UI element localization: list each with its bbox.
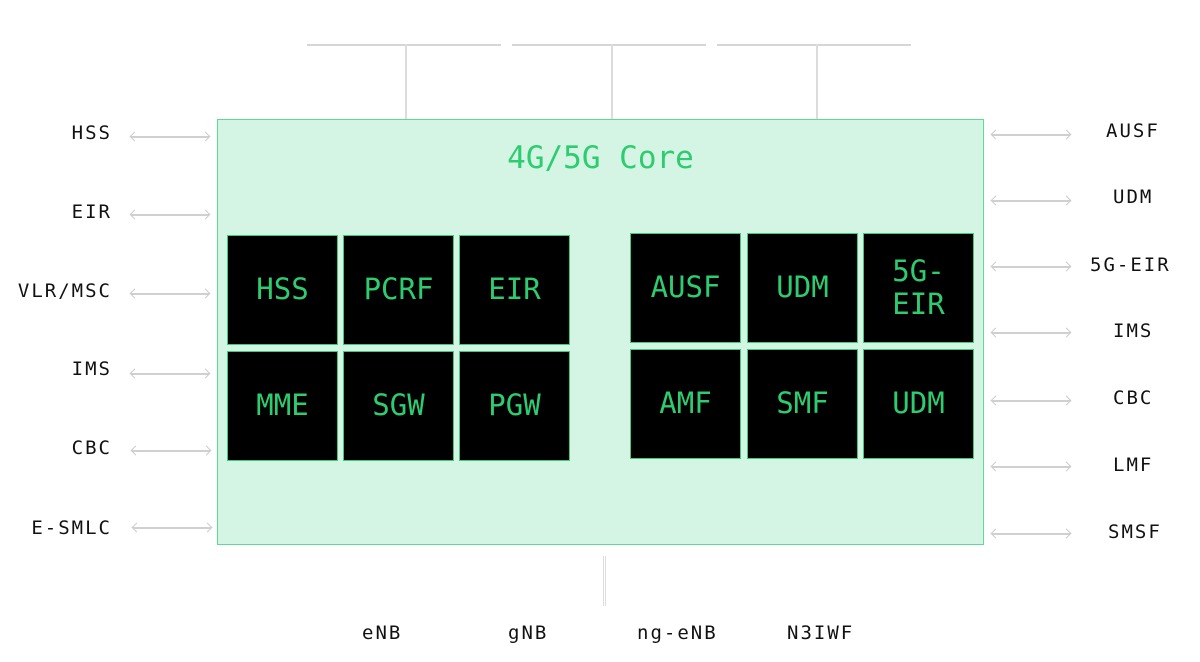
nf-sgw[interactable]: SGW [343, 351, 454, 461]
nf-label: UDM [776, 270, 829, 305]
nf-5g-eir[interactable]: 5G- EIR [863, 233, 974, 343]
left-arrow-1 [131, 136, 209, 138]
right-arrow-1 [992, 134, 1070, 136]
nf-hss[interactable]: HSS [227, 235, 338, 345]
left-arrow-2 [131, 214, 209, 216]
nf-label: AMF [659, 386, 712, 421]
right-arrow-2 [992, 200, 1070, 202]
left-interface-cbc: CBC [71, 437, 112, 459]
ran-node-gnb: gNB [508, 622, 549, 644]
ran-node-n3iwf: N3IWF [787, 622, 855, 644]
right-arrow-7 [992, 533, 1070, 535]
right-interface-lmf: LMF [1113, 454, 1154, 476]
nf-eir[interactable]: EIR [459, 235, 570, 345]
nf-smf[interactable]: SMF [747, 349, 858, 459]
left-arrow-3 [131, 293, 209, 295]
top-bus-line-3 [717, 44, 911, 46]
nf-label: UDM [892, 386, 945, 421]
ran-node-ng-enb: ng-eNB [637, 622, 718, 644]
nf-ausf[interactable]: AUSF [630, 233, 741, 343]
nf-udm-2[interactable]: UDM [863, 349, 974, 459]
left-interface-e-smlc: E-SMLC [31, 517, 112, 539]
nf-label: MME [256, 388, 309, 423]
nf-label: EIR [488, 272, 541, 307]
nf-label: AUSF [650, 270, 721, 305]
top-connector-1 [405, 44, 407, 120]
top-connector-3 [816, 44, 818, 120]
nf-amf[interactable]: AMF [630, 349, 741, 459]
nf-label: 5G- EIR [892, 253, 945, 321]
right-interface-udm: UDM [1113, 186, 1154, 208]
right-arrow-5 [992, 400, 1070, 402]
ran-connector-arrow [603, 556, 606, 606]
right-interface-5g-eir: 5G-EIR [1090, 254, 1171, 276]
ran-node-enb: eNB [362, 622, 403, 644]
right-arrow-3 [992, 266, 1070, 268]
right-arrow-6 [992, 466, 1070, 468]
nf-pcrf[interactable]: PCRF [343, 235, 454, 345]
nf-label: PCRF [363, 272, 434, 307]
left-arrow-4 [131, 373, 209, 375]
top-connector-2 [611, 44, 613, 120]
left-arrow-5 [132, 450, 210, 452]
right-interface-ausf: AUSF [1106, 120, 1160, 142]
right-interface-smsf: SMSF [1108, 521, 1162, 543]
left-interface-ims: IMS [71, 358, 112, 380]
nf-mme[interactable]: MME [227, 351, 338, 461]
top-bus-line-1 [307, 44, 501, 46]
left-arrow-6 [133, 527, 211, 529]
nf-udm[interactable]: UDM [747, 233, 858, 343]
left-interface-hss: HSS [71, 122, 112, 144]
right-interface-ims: IMS [1113, 320, 1154, 342]
nf-label: SGW [372, 388, 425, 423]
right-interface-cbc: CBC [1113, 387, 1154, 409]
left-interface-vlr-msc: VLR/MSC [17, 280, 112, 302]
nf-label: HSS [256, 272, 309, 307]
nf-pgw[interactable]: PGW [459, 351, 570, 461]
right-arrow-4 [992, 332, 1070, 334]
nf-label: PGW [488, 388, 541, 423]
top-bus-line-2 [512, 44, 706, 46]
nf-label: SMF [776, 386, 829, 421]
core-title: 4G/5G Core [507, 140, 694, 176]
left-interface-eir: EIR [71, 201, 112, 223]
